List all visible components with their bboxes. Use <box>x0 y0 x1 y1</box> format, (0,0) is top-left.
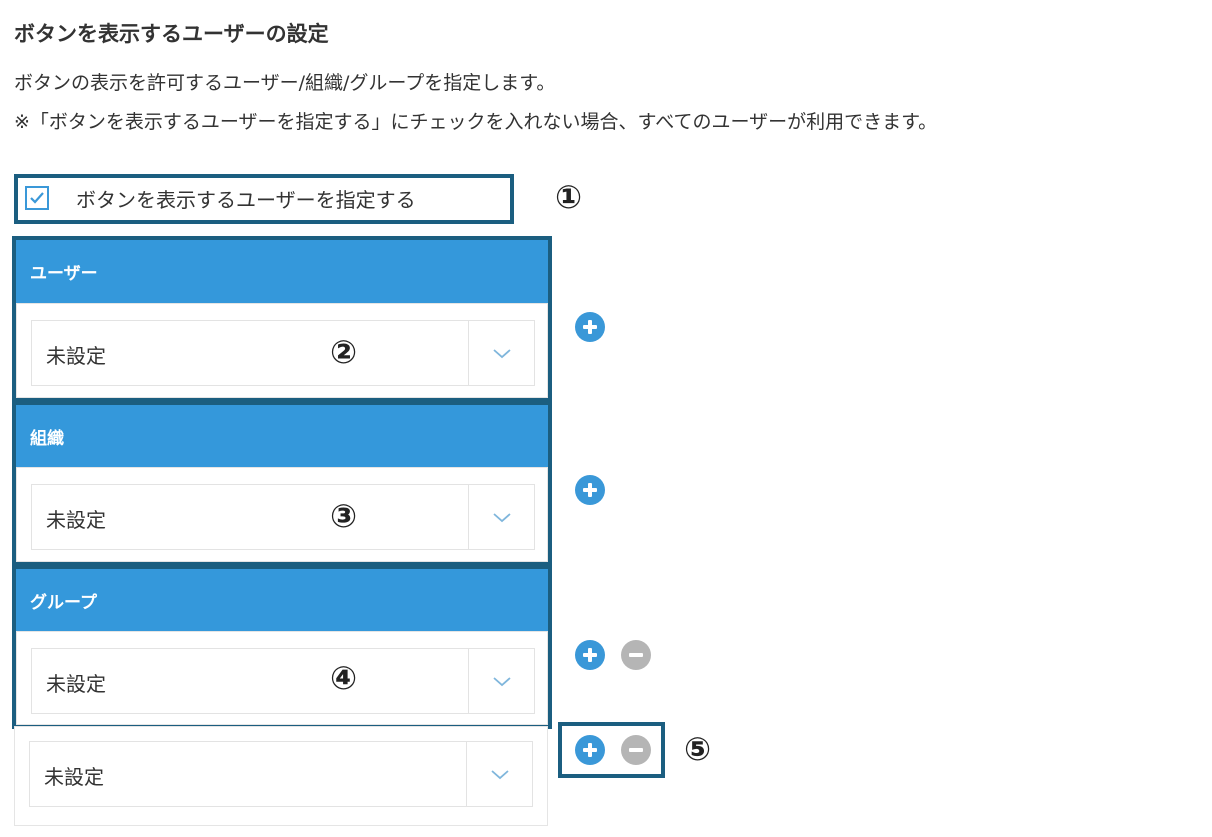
specify-users-checkbox[interactable] <box>25 186 49 210</box>
select-divider <box>466 742 467 806</box>
group-section: グループ 未設定 <box>12 565 552 729</box>
group-select[interactable]: 未設定 <box>31 648 535 714</box>
group-select-value: 未設定 <box>46 672 106 696</box>
remove-extra-group-button[interactable] <box>621 735 651 765</box>
add-group-button[interactable] <box>575 640 605 670</box>
callout-number-1: ① <box>555 178 583 216</box>
select-divider <box>468 321 469 385</box>
description-line-1: ボタンの表示を許可するユーザー/組織/グループを指定します。 <box>14 72 556 94</box>
add-user-button[interactable] <box>575 312 605 342</box>
organization-section: 組織 未設定 <box>12 401 552 566</box>
page-title: ボタンを表示するユーザーの設定 <box>14 22 329 46</box>
callout-number-3: ③ <box>330 497 358 535</box>
chevron-down-icon[interactable] <box>493 349 511 359</box>
organization-select[interactable]: 未設定 <box>31 484 535 550</box>
user-select-container: 未設定 <box>16 303 548 398</box>
user-select-value: 未設定 <box>46 344 106 368</box>
callout-number-4: ④ <box>330 659 358 697</box>
group-select-container: 未設定 <box>16 631 548 725</box>
extra-select-value: 未設定 <box>44 765 104 789</box>
remove-group-button[interactable] <box>621 640 651 670</box>
callout-number-2: ② <box>330 333 358 371</box>
specify-users-label: ボタンを表示するユーザーを指定する <box>76 188 416 212</box>
description-line-2: ※「ボタンを表示するユーザーを指定する」にチェックを入れない場合、すべてのユーザ… <box>14 111 938 133</box>
callout-number-5: ⑤ <box>684 730 712 768</box>
add-extra-group-button[interactable] <box>575 735 605 765</box>
organization-select-value: 未設定 <box>46 508 106 532</box>
user-select[interactable]: 未設定 <box>31 320 535 386</box>
checkmark-icon <box>30 192 44 204</box>
group-section-heading: グループ <box>16 569 548 631</box>
chevron-down-icon[interactable] <box>491 770 509 780</box>
chevron-down-icon[interactable] <box>493 677 511 687</box>
organization-select-container: 未設定 <box>16 467 548 562</box>
user-section-heading: ユーザー <box>16 240 548 303</box>
extra-group-select[interactable]: 未設定 <box>29 741 533 807</box>
organization-section-heading: 組織 <box>16 405 548 467</box>
extra-select-container: 未設定 <box>14 726 548 826</box>
chevron-down-icon[interactable] <box>493 513 511 523</box>
user-section: ユーザー 未設定 <box>12 236 552 402</box>
add-organization-button[interactable] <box>575 475 605 505</box>
select-divider <box>468 649 469 713</box>
select-divider <box>468 485 469 549</box>
